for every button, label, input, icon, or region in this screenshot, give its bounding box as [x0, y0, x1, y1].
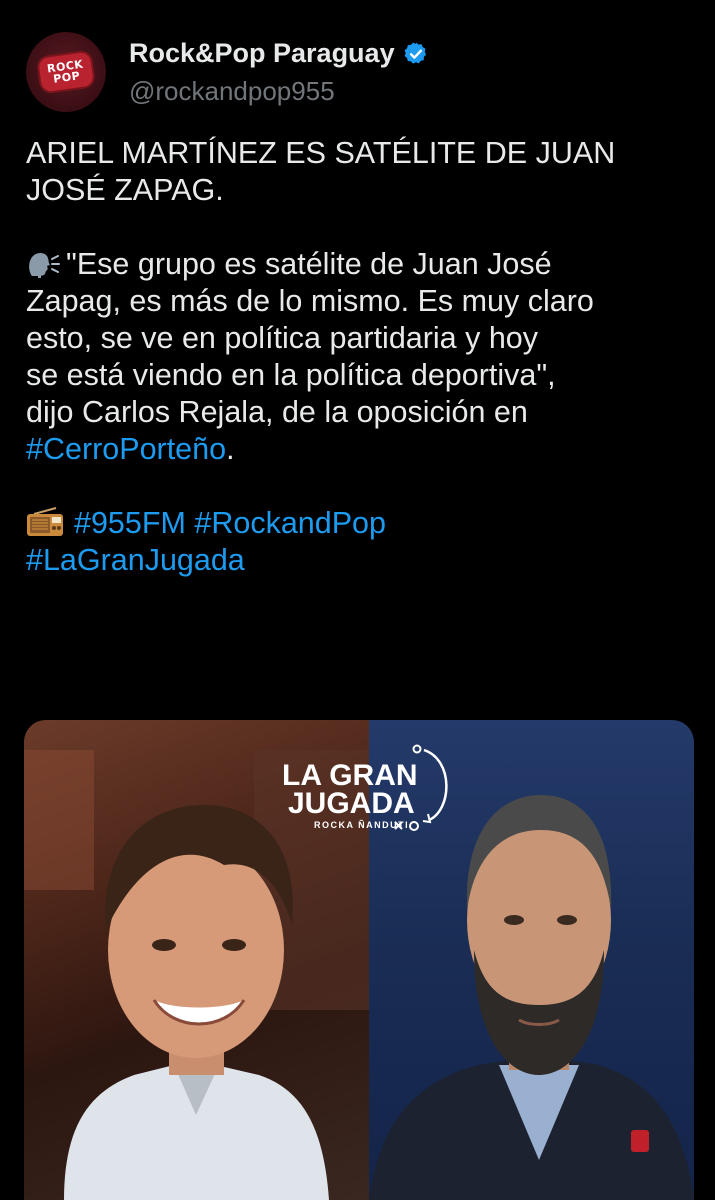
quote-line: #CerroPorteño. [26, 431, 696, 468]
rockpop-logo-icon: ROCK POP [37, 51, 95, 93]
quote-line: esto, se ve en política partidaria y hoy [26, 321, 539, 355]
verified-badge-icon [404, 42, 426, 64]
hashtag-rockandpop[interactable]: #RockandPop [194, 506, 386, 540]
tweet-media-image[interactable]: LA GRAN JUGADA ROCKA ÑANDUTI [24, 720, 694, 1200]
headline-line: ARIEL MARTÍNEZ ES SATÉLITE DE JUAN [26, 136, 616, 170]
display-name[interactable]: Rock&Pop Paraguay [129, 38, 395, 69]
quote-line: "Ese grupo es satélite de Juan José [26, 246, 696, 283]
quote-line: Zapag, es más de lo mismo. Es muy claro [26, 284, 594, 318]
tweet-text: ARIEL MARTÍNEZ ES SATÉLITE DE JUAN JOSÉ … [26, 135, 696, 579]
club-crest-icon [631, 1130, 649, 1152]
avatar-logo-line2: POP [52, 69, 82, 86]
name-row: Rock&Pop Paraguay [129, 38, 429, 69]
hashtag-lagranjugada[interactable]: #LaGranJugada [26, 543, 245, 577]
speaking-head-icon [29, 253, 60, 278]
quote-text: "Ese grupo es satélite de Juan José [66, 247, 552, 281]
account-handle[interactable]: @rockandpop955 [129, 76, 335, 107]
quote-line: dijo Carlos Rejala, de la oposición en [26, 395, 528, 429]
tweet-header: ROCK POP Rock&Pop Paraguay @rockandpop95… [26, 30, 696, 112]
quote-end: . [226, 432, 235, 466]
la-gran-jugada-logo: LA GRAN JUGADA ROCKA ÑANDUTI [282, 744, 448, 831]
radio-icon [27, 507, 63, 536]
headline-line: JOSÉ ZAPAG. [26, 173, 224, 207]
hashtag-line: #955FM #RockandPop [26, 505, 696, 542]
hashtag-cerroporteno[interactable]: #CerroPorteño [26, 432, 226, 466]
hashtag-955fm[interactable]: #955FM [74, 506, 186, 540]
hashtag-line: #LaGranJugada [26, 542, 696, 579]
brand-line2: JUGADA [288, 787, 415, 820]
account-avatar[interactable]: ROCK POP [26, 32, 106, 112]
quote-line: se está viendo en la política deportiva"… [26, 358, 556, 392]
